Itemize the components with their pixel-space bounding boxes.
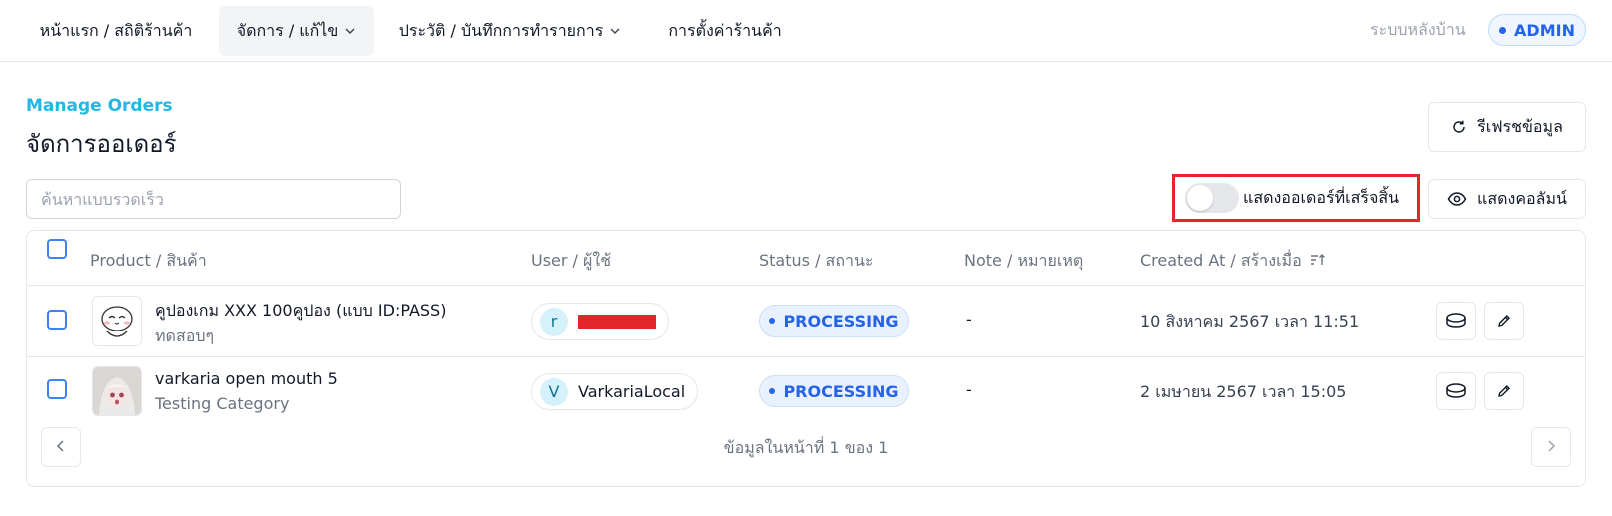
admin-badge-label: ADMIN	[1514, 20, 1575, 40]
next-page-button[interactable]	[1531, 427, 1571, 467]
status-dot	[769, 318, 776, 324]
show-completed-toggle-group: แสดงออเดอร์ที่เสร็จสิ้น	[1172, 174, 1420, 222]
backend-label: ระบบหลังบ้าน	[1370, 20, 1466, 39]
status-label: PROCESSING	[783, 381, 899, 401]
product-name: คูปองเกม XXX 100คูปอง (แบบ ID:PASS)	[155, 301, 447, 320]
row-checkbox[interactable]	[47, 379, 67, 399]
user-name: VarkariaLocal	[578, 382, 686, 401]
show-completed-label: แสดงออเดอร์ที่เสร็จสิ้น	[1243, 187, 1400, 207]
column-header-user[interactable]: User / ผู้ใช้	[531, 249, 611, 274]
created-at: 2 เมษายน 2567 เวลา 15:05	[1140, 382, 1347, 401]
row-checkbox[interactable]	[47, 310, 67, 330]
coin-icon	[1445, 312, 1467, 330]
column-header-product[interactable]: Product / สินค้า	[90, 249, 207, 274]
show-columns-button[interactable]: แสดงคอลัมน์	[1428, 179, 1586, 219]
pencil-icon	[1496, 313, 1512, 329]
product-category: ทดสอบๆ	[155, 326, 215, 345]
avatar: V	[540, 377, 568, 406]
pencil-icon	[1496, 383, 1512, 399]
coin-action-button[interactable]	[1436, 302, 1476, 340]
nav-item-label: จัดการ / แก้ไข	[236, 20, 339, 40]
nav-item-home-stats[interactable]: หน้าแรก / สถิติร้านค้า	[26, 6, 206, 56]
coin-action-button[interactable]	[1436, 372, 1476, 410]
search-input[interactable]	[26, 179, 401, 219]
admin-badge: ADMIN	[1488, 14, 1586, 46]
column-header-status[interactable]: Status / สถานะ	[759, 249, 874, 274]
coin-icon	[1445, 382, 1467, 400]
page-title: จัดการออเดอร์	[26, 130, 177, 158]
column-header-label: Note / หมายเหตุ	[964, 251, 1084, 270]
refresh-button-label: รีเฟรชข้อมูล	[1477, 116, 1563, 136]
status-dot	[1499, 26, 1507, 34]
orders-table: Product / สินค้า User / ผู้ใช้ Status / …	[26, 230, 1586, 487]
edit-button[interactable]	[1484, 372, 1524, 410]
column-header-label: User / ผู้ใช้	[531, 251, 612, 270]
show-completed-toggle[interactable]	[1185, 183, 1239, 213]
table-row: varkaria open mouth 5 Testing Category V…	[27, 356, 1585, 426]
order-note: -	[966, 310, 972, 329]
column-header-label: Status / สถานะ	[759, 251, 874, 270]
user-chip[interactable]: r	[531, 303, 669, 340]
column-header-label: Created At / สร้างเมื่อ	[1140, 251, 1302, 270]
created-at: 10 สิงหาคม 2567 เวลา 11:51	[1140, 312, 1360, 331]
table-row: คูปองเกม XXX 100คูปอง (แบบ ID:PASS) ทดสอ…	[27, 286, 1585, 356]
sort-icon[interactable]	[1310, 252, 1326, 271]
status-dot	[769, 388, 776, 394]
page-subtitle: Manage Orders	[26, 96, 173, 116]
product-name: varkaria open mouth 5	[155, 369, 338, 388]
order-note: -	[966, 380, 972, 399]
avatar: r	[540, 307, 568, 336]
chevron-right-icon	[1545, 438, 1557, 457]
nav-item-label: การตั้งค่าร้านค้า	[668, 20, 782, 40]
nav-item-label: ประวัติ / บันทึกการทำรายการ	[398, 20, 604, 40]
product-thumbnail	[92, 296, 142, 346]
select-all-checkbox[interactable]	[47, 239, 67, 259]
eye-icon	[1447, 191, 1467, 207]
refresh-icon	[1451, 119, 1467, 135]
redacted-user-name	[578, 314, 656, 329]
nav-item-history[interactable]: ประวัติ / บันทึกการทำรายการ	[386, 6, 634, 56]
refresh-button[interactable]: รีเฟรชข้อมูล	[1428, 102, 1586, 152]
edit-button[interactable]	[1484, 302, 1524, 340]
status-label: PROCESSING	[783, 311, 899, 331]
status-badge: PROCESSING	[759, 375, 909, 407]
chevron-down-icon	[344, 25, 356, 37]
nav-item-label: หน้าแรก / สถิติร้านค้า	[39, 20, 193, 40]
column-header-note[interactable]: Note / หมายเหตุ	[964, 249, 1083, 274]
product-category: Testing Category	[155, 394, 290, 413]
column-header-label: Product / สินค้า	[90, 251, 207, 270]
top-navigation: หน้าแรก / สถิติร้านค้า จัดการ / แก้ไข ปร…	[0, 0, 1612, 62]
pagination-info: ข้อมูลในหน้าที่ 1 ของ 1	[723, 438, 889, 457]
toggle-knob	[1187, 185, 1213, 211]
status-badge: PROCESSING	[759, 305, 909, 337]
nav-item-manage[interactable]: จัดการ / แก้ไข	[219, 6, 374, 56]
user-chip[interactable]: V VarkariaLocal	[531, 373, 699, 410]
show-columns-label: แสดงคอลัมน์	[1477, 188, 1567, 208]
chevron-down-icon	[609, 25, 621, 37]
product-thumbnail	[92, 366, 142, 416]
column-header-created[interactable]: Created At / สร้างเมื่อ	[1140, 249, 1326, 274]
nav-item-shop-settings[interactable]: การตั้งค่าร้านค้า	[650, 6, 800, 56]
